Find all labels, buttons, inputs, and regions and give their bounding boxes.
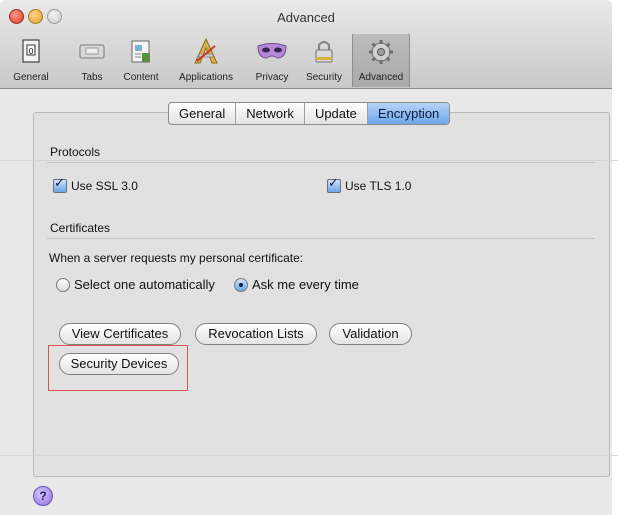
tab-general[interactable]: General: [169, 103, 237, 124]
toolbar-label-security: Security: [305, 72, 343, 83]
toolbar: Advanced 0 General Tabs Content Applicat…: [0, 0, 612, 89]
ssl-checkbox-label: Use SSL 3.0: [71, 179, 138, 193]
certificates-heading: Certificates: [50, 221, 111, 235]
advanced-gear-icon: [369, 40, 393, 64]
toolbar-item-tabs[interactable]: Tabs: [72, 36, 112, 84]
overlay-line-top: [0, 160, 618, 161]
privacy-mask-icon: [257, 43, 287, 59]
toolbar-label-tabs: Tabs: [81, 72, 103, 83]
toolbar-label-privacy: Privacy: [255, 72, 289, 83]
help-button[interactable]: ?: [33, 486, 53, 506]
tls-checkbox[interactable]: Use TLS 1.0: [327, 176, 412, 193]
toolbar-label-general: General: [13, 72, 49, 83]
content-icon: [131, 40, 150, 63]
radio-ask-every-time-label: Ask me every time: [252, 277, 359, 292]
toolbar-item-advanced[interactable]: Advanced: [352, 34, 410, 87]
preferences-window: Advanced 0 General Tabs Content Applicat…: [0, 0, 612, 515]
tab-encryption[interactable]: Encryption: [367, 103, 450, 124]
toolbar-item-privacy[interactable]: Privacy: [250, 36, 294, 84]
toolbar-item-security[interactable]: Security: [300, 36, 348, 84]
toolbar-label-content: Content: [123, 72, 159, 83]
validation-button[interactable]: Validation: [329, 323, 412, 345]
window-title: Advanced: [277, 10, 335, 25]
encryption-panel: [33, 112, 610, 477]
security-lock-icon: [315, 40, 333, 63]
applications-icon: [194, 37, 218, 64]
toolbar-label-applications: Applications: [179, 72, 233, 83]
tab-update[interactable]: Update: [305, 103, 368, 124]
toolbar-label-advanced: Advanced: [358, 72, 404, 83]
tab-network[interactable]: Network: [236, 103, 305, 124]
ssl-checkbox[interactable]: Use SSL 3.0: [53, 176, 138, 193]
certificates-divider: [47, 238, 595, 239]
tab-bar: General Network Update Encryption: [168, 102, 451, 125]
overlay-line-bottom: [0, 455, 618, 456]
radio-select-automatically-label: Select one automatically: [74, 277, 215, 292]
radio-on-icon: [234, 277, 248, 292]
toolbar-item-general[interactable]: 0 General: [8, 36, 54, 84]
certificate-prompt-text: When a server requests my personal certi…: [49, 251, 304, 265]
view-certificates-button[interactable]: View Certificates: [59, 323, 181, 345]
radio-select-automatically[interactable]: Select one automatically: [56, 277, 215, 292]
svg-text:0: 0: [28, 47, 33, 56]
checkmark-icon: [53, 176, 67, 193]
revocation-lists-button[interactable]: Revocation Lists: [195, 323, 317, 345]
general-icon: 0: [22, 39, 40, 63]
toolbar-item-applications[interactable]: Applications: [170, 36, 242, 84]
checkmark-icon: [327, 176, 341, 193]
tls-checkbox-label: Use TLS 1.0: [345, 179, 412, 193]
tabs-icon: [79, 44, 105, 59]
protocols-divider: [47, 162, 595, 163]
security-devices-highlight: [48, 345, 188, 391]
protocols-heading: Protocols: [50, 145, 101, 159]
toolbar-item-content[interactable]: Content: [118, 36, 164, 84]
radio-ask-every-time[interactable]: Ask me every time: [234, 277, 359, 292]
radio-off-icon: [56, 277, 70, 292]
